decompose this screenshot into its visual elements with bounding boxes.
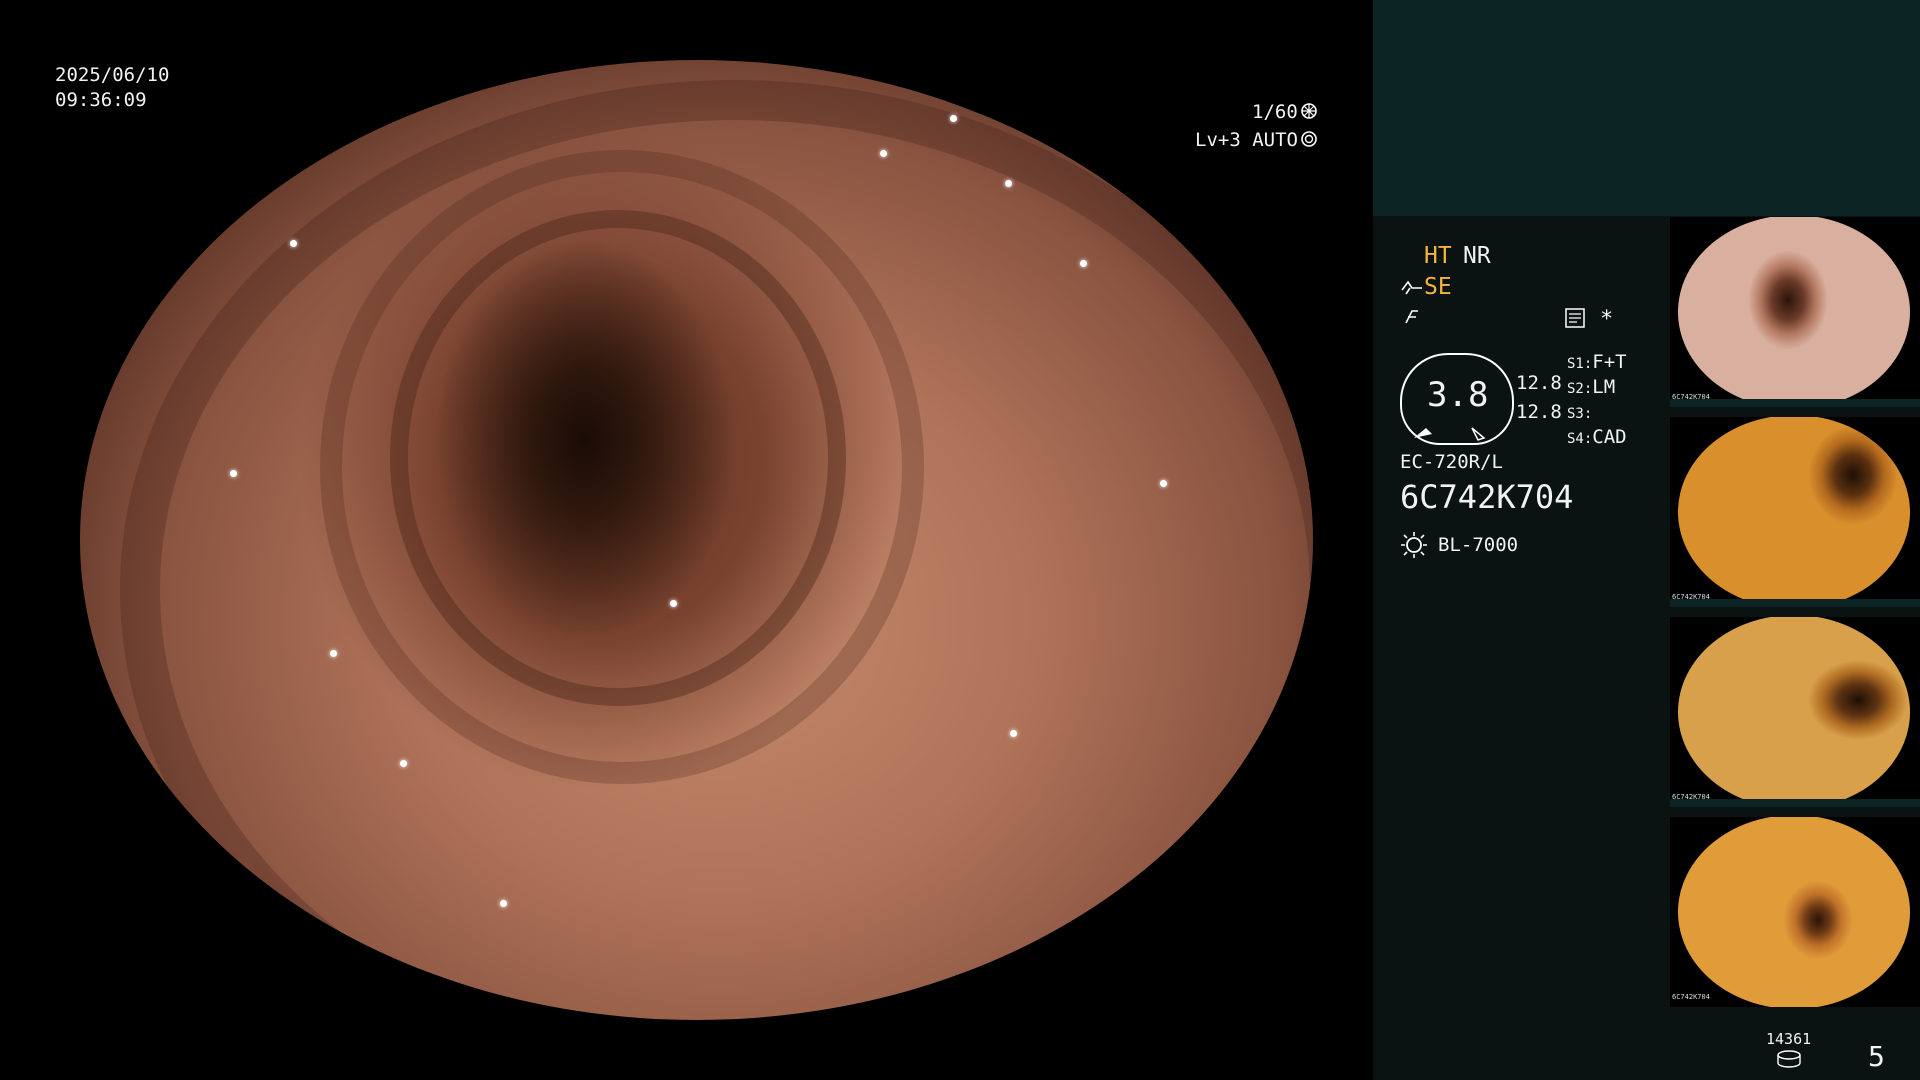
thumbnail-image — [1678, 217, 1910, 407]
mucosal-fold — [120, 80, 1313, 1020]
light-reflection — [330, 650, 337, 657]
cad-value: 3.8 — [1427, 375, 1489, 415]
thumbnail-divider — [1670, 399, 1920, 407]
light-source-icon — [1401, 532, 1427, 558]
shutter-icon — [1301, 103, 1317, 119]
storage-count: 14361 — [1766, 1030, 1812, 1048]
image-count: 5 — [1868, 1040, 1885, 1073]
switch-value: CAD — [1592, 426, 1627, 448]
shutter-speed: 1/60 — [1252, 101, 1298, 123]
light-reflection — [400, 760, 407, 767]
freeze-icon — [1405, 310, 1418, 324]
light-reflection — [1080, 260, 1087, 267]
brightness-level: Lv+3 AUTO — [1195, 129, 1298, 151]
light-reflection — [1010, 730, 1017, 737]
switch-s2: S2:LM — [1567, 375, 1615, 402]
memory-card-icon — [1565, 308, 1585, 328]
measurement-b: 12.8 — [1516, 401, 1562, 423]
mode-nr: NR — [1463, 243, 1491, 269]
light-reflection — [880, 150, 887, 157]
storage-icon — [1777, 1050, 1801, 1068]
capture-thumbnail-2[interactable]: 6C742K704 — [1670, 417, 1920, 607]
switch-key: S2: — [1567, 381, 1593, 397]
light-reflection — [1005, 180, 1012, 187]
panel-header-area — [1373, 0, 1920, 216]
endoscope-image — [80, 60, 1313, 1020]
switch-key: S3: — [1567, 406, 1593, 422]
light-reflection — [1160, 480, 1167, 487]
measurement-a: 12.8 — [1516, 372, 1562, 394]
light-reflection — [950, 115, 957, 122]
asterisk-marker: * — [1600, 307, 1614, 332]
switch-value: LM — [1592, 376, 1616, 398]
thumbnail-label: 6C742K704 — [1672, 993, 1710, 1001]
thumbnail-divider — [1670, 799, 1920, 807]
light-source: BL-7000 — [1438, 534, 1519, 556]
light-reflection — [500, 900, 507, 907]
mode-se: SE — [1424, 274, 1452, 300]
exam-date: 2025/06/10 — [55, 64, 170, 86]
switch-key: S1: — [1567, 356, 1593, 372]
thumbnail-image — [1678, 817, 1910, 1007]
light-reflection — [290, 240, 297, 247]
main-view: 2025/06/10 09:36:09 1/60 Lv+3 AUTO — [0, 0, 1373, 1080]
capture-thumbnail-4[interactable]: 6C742K704 — [1670, 817, 1920, 1007]
cad-gauge-icon — [1414, 427, 1486, 441]
light-reflection — [230, 470, 237, 477]
auto-iris-icon — [1301, 131, 1317, 147]
scope-angle-icon — [1401, 280, 1422, 295]
capture-thumbnail-3[interactable]: 6C742K704 — [1670, 617, 1920, 807]
scope-model: EC-720R/L — [1400, 451, 1503, 473]
thumbnail-image — [1678, 417, 1910, 607]
exam-time: 09:36:09 — [55, 89, 147, 111]
switch-s3: S3: — [1567, 400, 1592, 427]
thumbnail-image — [1678, 617, 1910, 807]
switch-key: S4: — [1567, 431, 1593, 447]
switch-value: F+T — [1592, 351, 1627, 373]
switch-s4: S4:CAD — [1567, 425, 1627, 452]
light-reflection — [670, 600, 677, 607]
scope-serial: 6C742K704 — [1400, 478, 1574, 516]
switch-s1: S1:F+T — [1567, 350, 1627, 377]
mode-ht: HT — [1424, 243, 1452, 269]
capture-thumbnail-1[interactable]: 6C742K704 — [1670, 217, 1920, 407]
thumbnail-divider — [1670, 599, 1920, 607]
